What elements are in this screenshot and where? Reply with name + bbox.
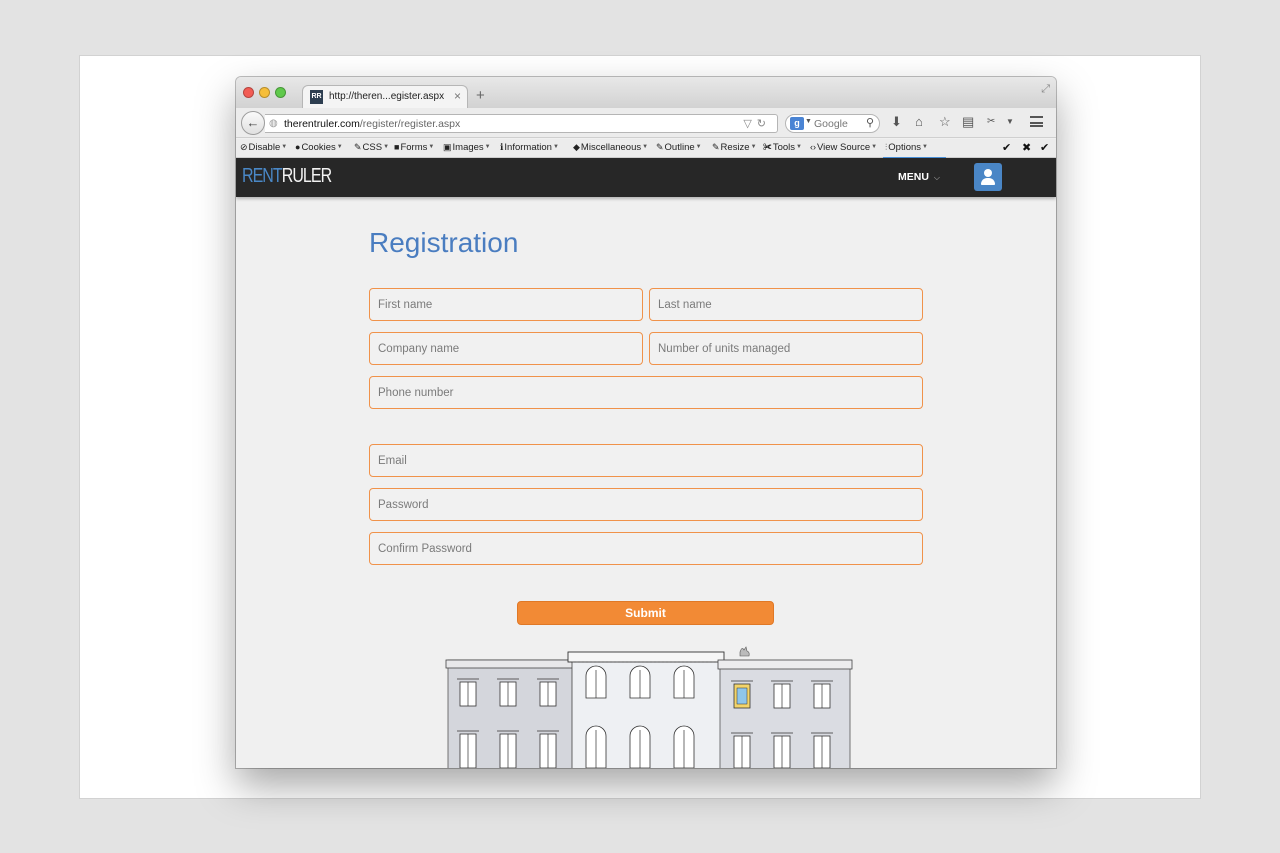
web-developer-toolbar: ⊘Disable▼ ●Cookies▼ ✎CSS▼ ■Forms▼ ▣Image… xyxy=(236,139,1056,159)
dev-tools-label: Tools xyxy=(772,142,796,153)
dev-css-menu[interactable]: ✎CSS▼ xyxy=(354,142,389,153)
miscellaneous-icon: ◆ xyxy=(573,142,580,152)
dev-disable-menu[interactable]: ⊘Disable▼ xyxy=(240,142,287,153)
dev-miscellaneous-label: Miscellaneous xyxy=(580,142,642,153)
dev-options-menu[interactable]: ⫶Options▼ xyxy=(885,142,928,153)
back-arrow-icon: ← xyxy=(246,115,260,130)
dev-images-label: Images xyxy=(452,142,484,153)
user-account-button[interactable] xyxy=(974,163,1002,191)
logo-ruler: RULER xyxy=(281,165,332,187)
information-icon: ℹ xyxy=(500,142,504,152)
cookies-icon: ● xyxy=(295,142,301,152)
address-bar[interactable]: ◍ therentruler.com/register/register.asp… xyxy=(265,114,778,133)
dev-cookies-menu[interactable]: ●Cookies▼ xyxy=(295,142,343,153)
view-source-icon: ‹› xyxy=(810,142,816,152)
new-tab-button[interactable]: + xyxy=(476,87,485,104)
phone-number-input[interactable] xyxy=(369,376,923,409)
close-window-button[interactable] xyxy=(243,87,254,98)
company-name-input[interactable] xyxy=(369,332,643,365)
browser-menu-icon[interactable] xyxy=(1030,116,1043,127)
url-host: therentruler.com xyxy=(284,118,360,130)
buildings-illustration xyxy=(445,646,853,768)
history-dropdown-icon[interactable]: ▽ xyxy=(743,118,756,130)
confirm-password-input[interactable] xyxy=(369,532,923,565)
dev-css-label: CSS xyxy=(362,142,383,153)
download-icon[interactable]: ⬇ xyxy=(891,114,902,130)
images-icon: ▣ xyxy=(443,142,452,152)
tab-close-icon[interactable]: × xyxy=(454,89,461,103)
dev-tools-menu[interactable]: ✀Tools▼ xyxy=(763,142,802,153)
site-menu-button[interactable]: MENU ⌵ xyxy=(898,171,940,183)
options-icon: ⫶ xyxy=(885,142,888,152)
title-bar: RR http://theren...egister.aspx × + ⤢ xyxy=(236,77,1056,109)
disable-icon: ⊘ xyxy=(240,142,248,152)
tools-icon: ✀ xyxy=(763,142,772,152)
browser-window: RR http://theren...egister.aspx × + ⤢ ← … xyxy=(236,77,1056,768)
chevron-down-icon: ⌵ xyxy=(933,173,940,182)
tab-title: http://theren...egister.aspx xyxy=(329,91,445,102)
dev-forms-menu[interactable]: ■Forms▼ xyxy=(394,142,434,153)
dev-outline-menu[interactable]: ✎Outline▼ xyxy=(656,142,702,153)
outline-icon: ✎ xyxy=(656,142,664,152)
password-input[interactable] xyxy=(369,488,923,521)
validation-check-icon[interactable]: ✔ xyxy=(1002,141,1011,154)
dev-disable-label: Disable xyxy=(248,142,281,153)
dev-information-label: Information xyxy=(504,142,552,153)
favicon-icon: RR xyxy=(310,90,323,104)
validation-error-icon[interactable]: ✖ xyxy=(1022,141,1031,154)
resize-icon: ✎ xyxy=(712,142,720,152)
search-placeholder: Google xyxy=(814,118,848,130)
forms-icon: ■ xyxy=(394,142,400,152)
search-box[interactable]: g ▼ Google ⚲ xyxy=(785,114,880,133)
dev-information-menu[interactable]: ℹInformation▼ xyxy=(500,142,559,153)
page-title: Registration xyxy=(369,227,519,258)
extension-dropdown-icon[interactable]: ▼ xyxy=(1006,117,1014,126)
url-path: /register/register.aspx xyxy=(359,118,461,130)
search-icon[interactable]: ⚲ xyxy=(866,116,874,129)
site-header: RENTRULER MENU ⌵ xyxy=(236,158,1056,197)
first-name-input[interactable] xyxy=(369,288,643,321)
globe-icon: ◍ xyxy=(269,118,278,129)
rentruler-logo[interactable]: RENTRULER xyxy=(242,165,332,188)
dev-resize-label: Resize xyxy=(720,142,750,153)
zoom-window-button[interactable] xyxy=(275,87,286,98)
url-text: therentruler.com/register/register.aspx xyxy=(284,118,460,130)
site-menu-label: MENU xyxy=(898,171,929,183)
user-icon xyxy=(984,169,992,177)
dev-miscellaneous-menu[interactable]: ◆Miscellaneous▼ xyxy=(573,142,648,153)
back-button[interactable]: ← xyxy=(241,111,265,135)
fullscreen-icon[interactable]: ⤢ xyxy=(1041,83,1050,96)
bookmark-star-icon[interactable]: ☆ xyxy=(939,114,951,130)
dev-images-menu[interactable]: ▣Images▼ xyxy=(443,142,491,153)
dev-resize-menu[interactable]: ✎Resize▼ xyxy=(712,142,757,153)
navigation-bar: ← ◍ therentruler.com/register/register.a… xyxy=(236,108,1056,138)
reading-list-icon[interactable]: ▤ xyxy=(962,114,974,130)
minimize-window-button[interactable] xyxy=(259,87,270,98)
email-input[interactable] xyxy=(369,444,923,477)
last-name-input[interactable] xyxy=(649,288,923,321)
css-icon: ✎ xyxy=(354,142,362,152)
dev-options-label: Options xyxy=(888,142,922,153)
search-engine-caret-icon[interactable]: ▼ xyxy=(805,118,812,125)
submit-button[interactable]: Submit xyxy=(517,601,774,625)
validation-ok-icon[interactable]: ✔ xyxy=(1040,141,1049,154)
reload-icon[interactable]: ↻ xyxy=(757,118,771,130)
units-managed-input[interactable] xyxy=(649,332,923,365)
user-icon-body xyxy=(981,178,995,185)
logo-rent: RENT xyxy=(242,165,283,187)
home-icon[interactable]: ⌂ xyxy=(915,114,923,129)
browser-tab[interactable]: RR http://theren...egister.aspx × xyxy=(302,85,468,109)
url-tools: ▽↻ xyxy=(743,117,771,130)
extension-icon[interactable]: ✂ xyxy=(987,116,995,127)
dev-view-source-menu[interactable]: ‹›View Source▼ xyxy=(810,142,877,153)
dev-cookies-label: Cookies xyxy=(301,142,336,153)
dev-forms-label: Forms xyxy=(400,142,428,153)
dev-outline-label: Outline xyxy=(664,142,695,153)
google-icon[interactable]: g xyxy=(790,117,804,130)
dev-view-source-label: View Source xyxy=(817,142,871,153)
